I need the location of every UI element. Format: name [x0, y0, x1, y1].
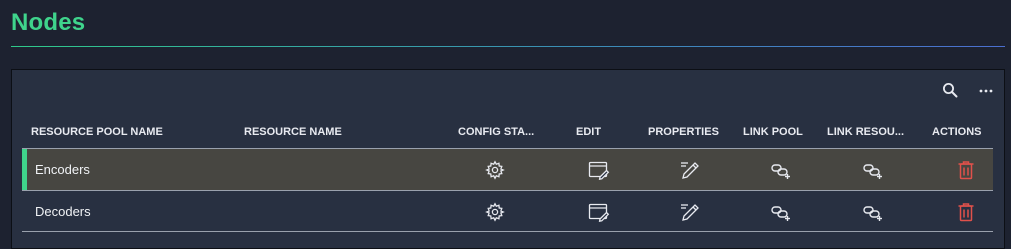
link-resource-button[interactable] — [862, 159, 884, 181]
table-header-row: RESOURCE POOL NAME RESOURCE NAME CONFIG … — [12, 126, 1006, 148]
column-header-config-status[interactable]: CONFIG STA... — [458, 126, 538, 148]
resource-pool-name-cell: Encoders — [35, 162, 90, 177]
link-icon — [863, 164, 882, 179]
search-button[interactable] — [941, 81, 959, 99]
column-header-link-resource[interactable]: LINK RESOU... — [827, 126, 907, 148]
properties-button[interactable] — [679, 159, 701, 181]
nodes-table-panel: RESOURCE POOL NAME RESOURCE NAME CONFIG … — [11, 69, 1005, 249]
title-divider — [11, 46, 1005, 47]
resource-pool-name-cell: Decoders — [35, 204, 91, 219]
link-pool-button[interactable] — [770, 201, 792, 223]
edit-window-icon — [588, 161, 610, 180]
column-header-link-pool[interactable]: LINK POOL — [743, 126, 813, 148]
more-horizontal-icon — [979, 89, 993, 93]
trash-icon — [958, 203, 974, 222]
search-icon — [943, 83, 958, 98]
column-header-edit[interactable]: EDIT — [576, 126, 636, 148]
link-pool-button[interactable] — [770, 159, 792, 181]
link-icon — [771, 206, 790, 221]
config-status-button[interactable] — [484, 159, 506, 181]
edit-button[interactable] — [588, 201, 610, 223]
page-title: Nodes — [11, 9, 86, 36]
trash-icon — [958, 161, 974, 180]
pencil-icon — [681, 204, 699, 221]
table-body: Encoders Decoders — [22, 148, 993, 232]
config-status-button[interactable] — [484, 201, 506, 223]
selected-row-indicator — [22, 149, 27, 190]
properties-button[interactable] — [679, 201, 701, 223]
delete-button[interactable] — [955, 159, 977, 181]
gear-icon — [485, 202, 505, 222]
table-row[interactable]: Encoders — [22, 148, 993, 190]
link-resource-button[interactable] — [862, 201, 884, 223]
column-header-properties[interactable]: PROPERTIES — [648, 126, 728, 148]
edit-button[interactable] — [588, 159, 610, 181]
gear-icon — [485, 160, 505, 180]
more-options-button[interactable] — [977, 81, 995, 99]
column-header-resource-pool-name[interactable]: RESOURCE POOL NAME — [31, 126, 231, 148]
link-icon — [863, 206, 882, 221]
link-icon — [771, 164, 790, 179]
table-row[interactable]: Decoders — [22, 190, 993, 232]
pencil-icon — [681, 162, 699, 179]
delete-button[interactable] — [955, 201, 977, 223]
column-header-resource-name[interactable]: RESOURCE NAME — [244, 126, 444, 148]
column-header-actions[interactable]: ACTIONS — [932, 126, 992, 148]
edit-window-icon — [588, 203, 610, 222]
